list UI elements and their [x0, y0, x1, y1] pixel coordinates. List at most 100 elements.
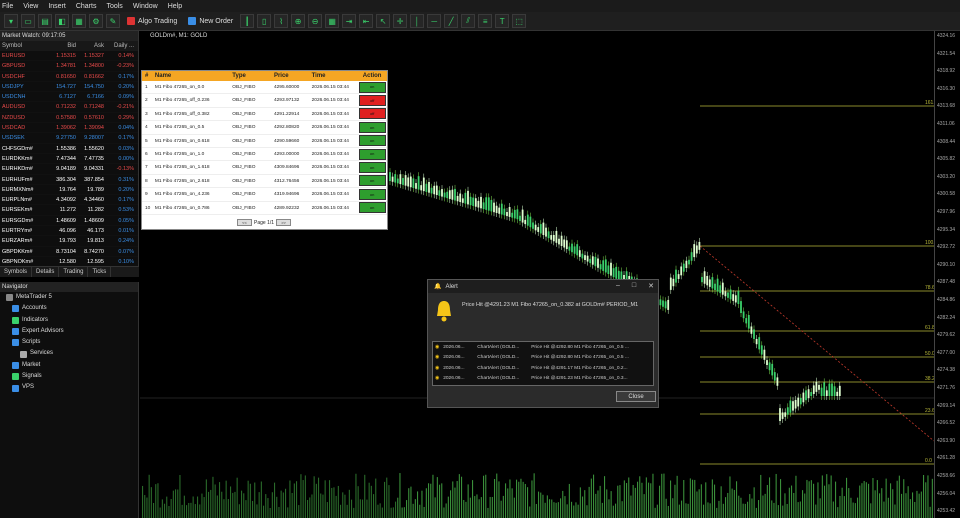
- minimize-icon[interactable]: –: [616, 282, 620, 290]
- menu-insert[interactable]: Insert: [48, 3, 66, 10]
- action-toggle-button[interactable]: on: [358, 175, 386, 187]
- alert-close-button[interactable]: Close: [616, 391, 656, 402]
- menu-file[interactable]: File: [2, 3, 13, 10]
- action-toggle-button[interactable]: off: [358, 95, 386, 107]
- volume-bar: [498, 481, 500, 518]
- hline-icon[interactable]: ─: [427, 14, 442, 28]
- menu-window[interactable]: Window: [133, 3, 158, 10]
- market-watch-row[interactable]: EURTRYm# 46.096 46.173 0.01%: [0, 226, 138, 237]
- editor-icon[interactable]: ✎: [106, 14, 120, 28]
- next-page-button[interactable]: >>: [276, 219, 292, 226]
- market-watch-row[interactable]: USDCAD 1.39062 1.39094 0.04%: [0, 123, 138, 134]
- navigator-item[interactable]: Market: [0, 360, 138, 371]
- cursor-icon[interactable]: ↖: [376, 14, 391, 28]
- alert-history-row[interactable]: ◉ 2026.06... ChartAlert (GOLD... Price Hit …: [433, 374, 653, 385]
- alert-history-list[interactable]: ◉ 2026.06... ChartAlert (GOLD... Price Hit …: [432, 341, 654, 386]
- action-toggle-button[interactable]: on: [358, 162, 386, 174]
- market-icon[interactable]: ⚙: [89, 14, 103, 28]
- candle-body: [711, 277, 714, 289]
- navigator-item[interactable]: VPS: [0, 382, 138, 393]
- vline-icon[interactable]: │: [410, 14, 425, 28]
- navigator-item[interactable]: Scripts: [0, 337, 138, 348]
- alert-history-row[interactable]: ◉ 2026.06... ChartAlert (GOLD... Price Hit …: [433, 363, 653, 374]
- new-chart-icon[interactable]: ▾: [4, 14, 18, 28]
- arrange-icon[interactable]: ▤: [38, 14, 52, 28]
- candle-chart-icon[interactable]: ▯: [257, 14, 272, 28]
- line-chart-icon[interactable]: ⌇: [274, 14, 289, 28]
- shapes-icon[interactable]: ⬚: [512, 14, 527, 28]
- tab-details[interactable]: Details: [32, 267, 60, 277]
- candle-body: [417, 176, 420, 190]
- market-watch-row[interactable]: EURZARm# 19.793 19.813 0.24%: [0, 236, 138, 247]
- action-toggle-button[interactable]: on: [358, 202, 386, 214]
- zoom-out-icon[interactable]: ⊖: [308, 14, 323, 28]
- tile-icon[interactable]: ▦: [325, 14, 340, 28]
- trendline-icon[interactable]: ╱: [444, 14, 459, 28]
- navigator-item[interactable]: MetaTrader 5: [0, 292, 138, 303]
- market-watch-row[interactable]: EURMXNm# 19.764 19.789 0.20%: [0, 185, 138, 196]
- menu-help[interactable]: Help: [168, 3, 182, 10]
- tab-trading[interactable]: Trading: [59, 267, 89, 277]
- market-watch-row[interactable]: EURSEKm# 11.272 11.282 0.53%: [0, 205, 138, 216]
- action-toggle-button[interactable]: on: [358, 135, 386, 147]
- maximize-icon[interactable]: □: [632, 282, 636, 290]
- volume-bar: [175, 489, 177, 518]
- channel-icon[interactable]: ⫽: [461, 14, 476, 28]
- market-watch-row[interactable]: NZDUSD 0.57580 0.57610 0.29%: [0, 113, 138, 124]
- volume-bar: [760, 474, 762, 518]
- action-toggle-button[interactable]: on: [358, 188, 386, 200]
- action-toggle-button[interactable]: on: [358, 148, 386, 160]
- tab-ticks[interactable]: Ticks: [88, 267, 112, 277]
- menu-charts[interactable]: Charts: [76, 3, 97, 10]
- navigator-item[interactable]: Signals: [0, 371, 138, 382]
- new-order-button[interactable]: New Order: [184, 14, 237, 28]
- alert-history-row[interactable]: ◉ 2026.06... ChartAlert (GOLD... Price Hit …: [433, 353, 653, 364]
- navigator-item[interactable]: Indicators: [0, 315, 138, 326]
- price-tick: 4277.00: [937, 349, 956, 356]
- action-toggle-button[interactable]: on: [358, 121, 386, 133]
- close-icon[interactable]: ✕: [648, 282, 654, 290]
- bid-cell: 0.57580: [56, 114, 76, 121]
- menu-tools[interactable]: Tools: [106, 3, 122, 10]
- volume-bar: [861, 483, 863, 518]
- volume-bar: [718, 500, 720, 518]
- navigator-item[interactable]: Accounts: [0, 303, 138, 314]
- market-watch-row[interactable]: USDJPY 154.727 154.750 0.20%: [0, 82, 138, 93]
- profile-icon[interactable]: ◧: [55, 14, 69, 28]
- window-icon[interactable]: ▭: [21, 14, 35, 28]
- action-toggle-button[interactable]: on: [358, 81, 386, 93]
- market-watch-row[interactable]: AUDUSD 0.71232 0.71248 -0.21%: [0, 102, 138, 113]
- shift-icon[interactable]: ⇤: [359, 14, 374, 28]
- tab-symbols[interactable]: Symbols: [0, 267, 33, 277]
- market-watch-row[interactable]: CHFSGDm# 1.55386 1.55620 0.03%: [0, 144, 138, 154]
- menu-view[interactable]: View: [23, 3, 38, 10]
- fibo-icon[interactable]: ≡: [478, 14, 493, 28]
- volume-bar: [821, 475, 823, 518]
- market-watch-row[interactable]: USDCHF 0.81650 0.81662 0.17%: [0, 72, 138, 82]
- market-watch-row[interactable]: EURHUFm# 386.304 387.854 0.31%: [0, 175, 138, 185]
- market-watch-row[interactable]: EURHKDm# 9.04189 9.04331 -0.13%: [0, 164, 138, 175]
- navigator-item[interactable]: Expert Advisors: [0, 326, 138, 337]
- market-watch-row[interactable]: EURPLNm# 4.34092 4.34460 0.17%: [0, 195, 138, 206]
- prev-page-button[interactable]: <<: [237, 219, 252, 226]
- market-watch-row[interactable]: EURDKKm# 7.47344 7.47735 0.00%: [0, 154, 138, 165]
- market-watch-row[interactable]: EURSGDm# 1.48609 1.48609 0.05%: [0, 216, 138, 227]
- data-icon[interactable]: ▦: [72, 14, 86, 28]
- alert-history-row[interactable]: ◉ 2026.06... ChartAlert (GOLD... Price Hit …: [433, 342, 653, 353]
- zoom-in-icon[interactable]: ⊕: [291, 14, 306, 28]
- action-toggle-button[interactable]: off: [358, 108, 386, 120]
- bar-chart-icon[interactable]: ┃: [240, 14, 255, 28]
- candle-body: [776, 377, 779, 386]
- market-watch-row[interactable]: EURUSD 1.15315 1.15327 0.14%: [0, 51, 138, 62]
- crosshair-icon[interactable]: ✛: [393, 14, 408, 28]
- candle-body: [568, 246, 571, 251]
- market-watch-row[interactable]: GBPUSD 1.34781 1.34800 -0.23%: [0, 61, 138, 72]
- algo-trading-button[interactable]: Algo Trading: [123, 14, 181, 28]
- autoscroll-icon[interactable]: ⇥: [342, 14, 357, 28]
- market-watch-row[interactable]: GBPDKKm# 8.73104 8.74270 0.07%: [0, 247, 138, 257]
- text-icon[interactable]: T: [495, 14, 510, 28]
- market-watch-row[interactable]: USDSEK 9.27750 9.28007 0.17%: [0, 133, 138, 144]
- navigator-item[interactable]: Services: [0, 348, 138, 359]
- volume-bar: [876, 480, 878, 518]
- market-watch-row[interactable]: USDCNH 6.7127 6.7166 0.09%: [0, 92, 138, 103]
